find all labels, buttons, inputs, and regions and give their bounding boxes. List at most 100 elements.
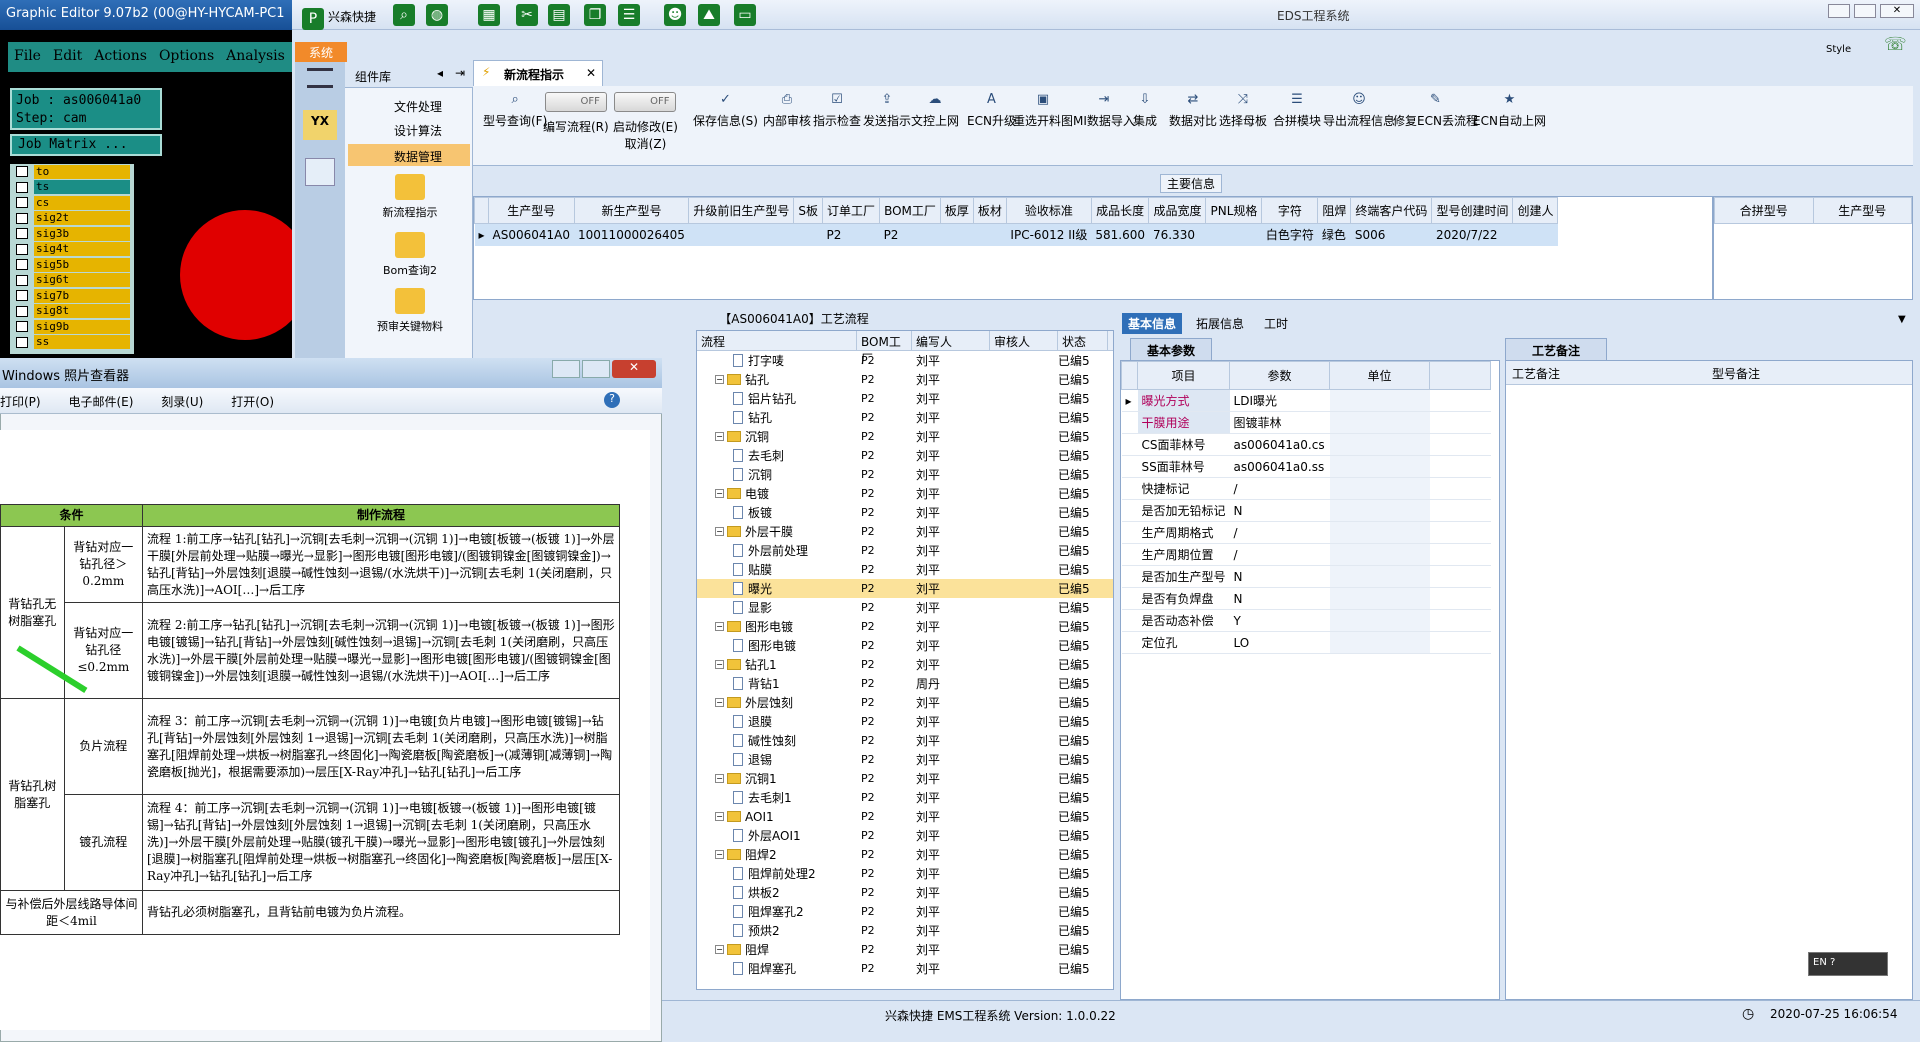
table-row[interactable]: 是否动态补偿 Y (1121, 609, 1491, 632)
collapse-icon[interactable]: − (715, 774, 724, 783)
column-header[interactable]: PNL规格 (1205, 197, 1263, 224)
layer-checkbox[interactable] (16, 305, 28, 317)
table-cell[interactable]: 2020/7/22 (1431, 223, 1513, 246)
tree-row[interactable]: 预烘2 P2 刘平 已编5 (697, 921, 1113, 940)
column-header[interactable]: 流程 (697, 331, 857, 350)
tree-row[interactable]: 铝片钻孔 P2 刘平 已编5 (697, 389, 1113, 408)
tree-node[interactable]: 背钻1 (697, 675, 857, 692)
tree-row[interactable]: − 钻孔1 P2 刘平 已编5 (697, 655, 1113, 674)
ribbon-button[interactable]: ☁ 文控上网 (911, 92, 959, 129)
column-header[interactable]: 单位 (1329, 361, 1431, 390)
layer-checkbox[interactable] (16, 212, 28, 224)
param-unit[interactable] (1329, 455, 1430, 478)
table-cell[interactable]: P2 (822, 223, 880, 246)
help-icon[interactable]: ? (604, 392, 620, 408)
ribbon-button[interactable]: A ECN升级 (967, 92, 1016, 129)
tree-row[interactable]: − 钻孔 P2 刘平 已编5 (697, 370, 1113, 389)
yx-module-icon[interactable]: YX (303, 110, 337, 140)
layer-row[interactable]: sig4t (10, 242, 134, 258)
layer-checkbox[interactable] (16, 336, 28, 348)
photo-viewer-close-button[interactable]: ✕ (612, 360, 656, 378)
column-header[interactable]: 编写人 (912, 331, 990, 350)
param-unit[interactable] (1329, 389, 1430, 412)
tree-node[interactable]: − AOI1 (697, 810, 857, 824)
param-value[interactable]: as006041a0.ss (1229, 455, 1330, 478)
param-unit[interactable] (1329, 477, 1430, 500)
table-cell[interactable]: AS006041A0 (488, 223, 575, 246)
quick-list-icon[interactable]: ☰ (618, 4, 640, 26)
table-cell[interactable]: 10011000026405 (574, 223, 689, 246)
pin-icon[interactable]: ⇥ (455, 66, 465, 80)
tree-node[interactable]: − 电镀 (697, 485, 857, 502)
library-item-data[interactable]: 数据管理 (348, 144, 470, 166)
table-cell[interactable]: 绿色 (1317, 223, 1351, 246)
layer-checkbox[interactable] (16, 243, 28, 255)
param-value[interactable]: Y (1229, 609, 1330, 632)
param-unit[interactable] (1329, 587, 1430, 610)
ribbon-button[interactable]: ⌕ 型号查询(F) (483, 92, 547, 129)
close-tab-icon[interactable]: ✕ (586, 66, 596, 80)
menu-email[interactable]: 电子邮件(E) (68, 395, 133, 409)
tree-node[interactable]: − 钻孔1 (697, 656, 857, 673)
quick-cut-icon[interactable]: ✂ (516, 4, 538, 26)
ribbon-button[interactable]: ☺ 导出流程信息 (1323, 92, 1395, 129)
tree-row[interactable]: 钻孔 P2 刘平 已编5 (697, 408, 1113, 427)
tree-node[interactable]: 碱性蚀刻 (697, 732, 857, 749)
collapse-icon[interactable]: − (715, 660, 724, 669)
tree-node[interactable]: 退膜 (697, 713, 857, 730)
column-header[interactable]: 生产型号 (1812, 197, 1912, 224)
collapse-icon[interactable]: − (715, 489, 724, 498)
tree-node[interactable]: − 外层干膜 (697, 523, 857, 540)
ribbon-button[interactable]: ☑ 指示检查 (813, 92, 861, 129)
table-row[interactable]: 是否加无铅标记 N (1121, 499, 1491, 522)
param-unit[interactable] (1329, 499, 1430, 522)
layer-row[interactable]: cs (10, 195, 134, 211)
column-header[interactable]: 字符 (1261, 197, 1319, 224)
layer-checkbox[interactable] (16, 181, 28, 193)
layer-checkbox[interactable] (16, 290, 28, 302)
table-cell[interactable] (973, 223, 1007, 246)
tree-node[interactable]: 去毛刺 (697, 447, 857, 464)
table-row[interactable]: 快捷标记 / (1121, 477, 1491, 500)
table-cell[interactable] (688, 223, 794, 246)
tree-node[interactable]: − 外层蚀刻 (697, 694, 857, 711)
tree-row[interactable]: 阻焊塞孔2 P2 刘平 已编5 (697, 902, 1113, 921)
column-header[interactable]: S板 (793, 197, 824, 224)
panel-dropdown-icon[interactable]: ▼ (1898, 314, 1906, 325)
tree-node[interactable]: 图形电镀 (697, 637, 857, 654)
tree-node[interactable]: 钻孔 (697, 409, 857, 426)
param-unit[interactable] (1329, 411, 1430, 434)
tree-node[interactable]: 阻焊塞孔2 (697, 903, 857, 920)
doc-tab-new-flow[interactable]: ⚡ 新流程指示 ✕ (473, 60, 603, 86)
ribbon-button[interactable]: ⎙ 内部审核 (763, 92, 811, 129)
tree-node[interactable]: 铝片钻孔 (697, 390, 857, 407)
tab-extended-info[interactable]: 拓展信息 (1190, 313, 1250, 334)
column-header[interactable]: 型号备注 (1706, 361, 1906, 384)
table-cell[interactable]: 76.330 (1148, 223, 1206, 246)
menu-actions[interactable]: Actions (88, 42, 153, 64)
column-header[interactable]: 型号创建时间 (1431, 197, 1514, 224)
tree-row[interactable]: 沉铜 P2 刘平 已编5 (697, 465, 1113, 484)
collapse-icon[interactable]: − (715, 698, 724, 707)
column-header[interactable]: 成品宽度 (1148, 197, 1207, 224)
tree-node[interactable]: − 图形电镀 (697, 618, 857, 635)
quick-monitor-icon[interactable]: ▭ (734, 4, 756, 26)
tree-row[interactable]: 外层AOI1 P2 刘平 已编5 (697, 826, 1113, 845)
tree-node[interactable]: − 沉铜 (697, 428, 857, 445)
style-menu[interactable]: Style (1826, 44, 1851, 55)
library-item-file[interactable]: 文件处理 (348, 94, 470, 116)
tree-node[interactable]: 阻焊前处理2 (697, 865, 857, 882)
photo-viewer-minimize-button[interactable] (552, 360, 580, 378)
tree-row[interactable]: 打字唛 P2 刘平 已编5 (697, 351, 1113, 370)
param-unit[interactable] (1329, 521, 1430, 544)
column-header[interactable]: 升级前旧生产型号 (688, 197, 795, 224)
param-unit[interactable] (1329, 543, 1430, 566)
menu-analysis[interactable]: Analysis (220, 42, 291, 64)
table-cell[interactable] (793, 223, 823, 246)
layer-row[interactable]: to (10, 164, 134, 180)
ribbon-button[interactable]: ⇥ MI数据导入 (1073, 92, 1135, 129)
collapse-icon[interactable]: − (715, 812, 724, 821)
param-value[interactable]: / (1229, 477, 1330, 500)
param-value[interactable]: / (1229, 543, 1330, 566)
table-row[interactable]: ▸ AS006041A0 10011000026405 P2 P2 IPC-6012 II… (474, 223, 1558, 246)
